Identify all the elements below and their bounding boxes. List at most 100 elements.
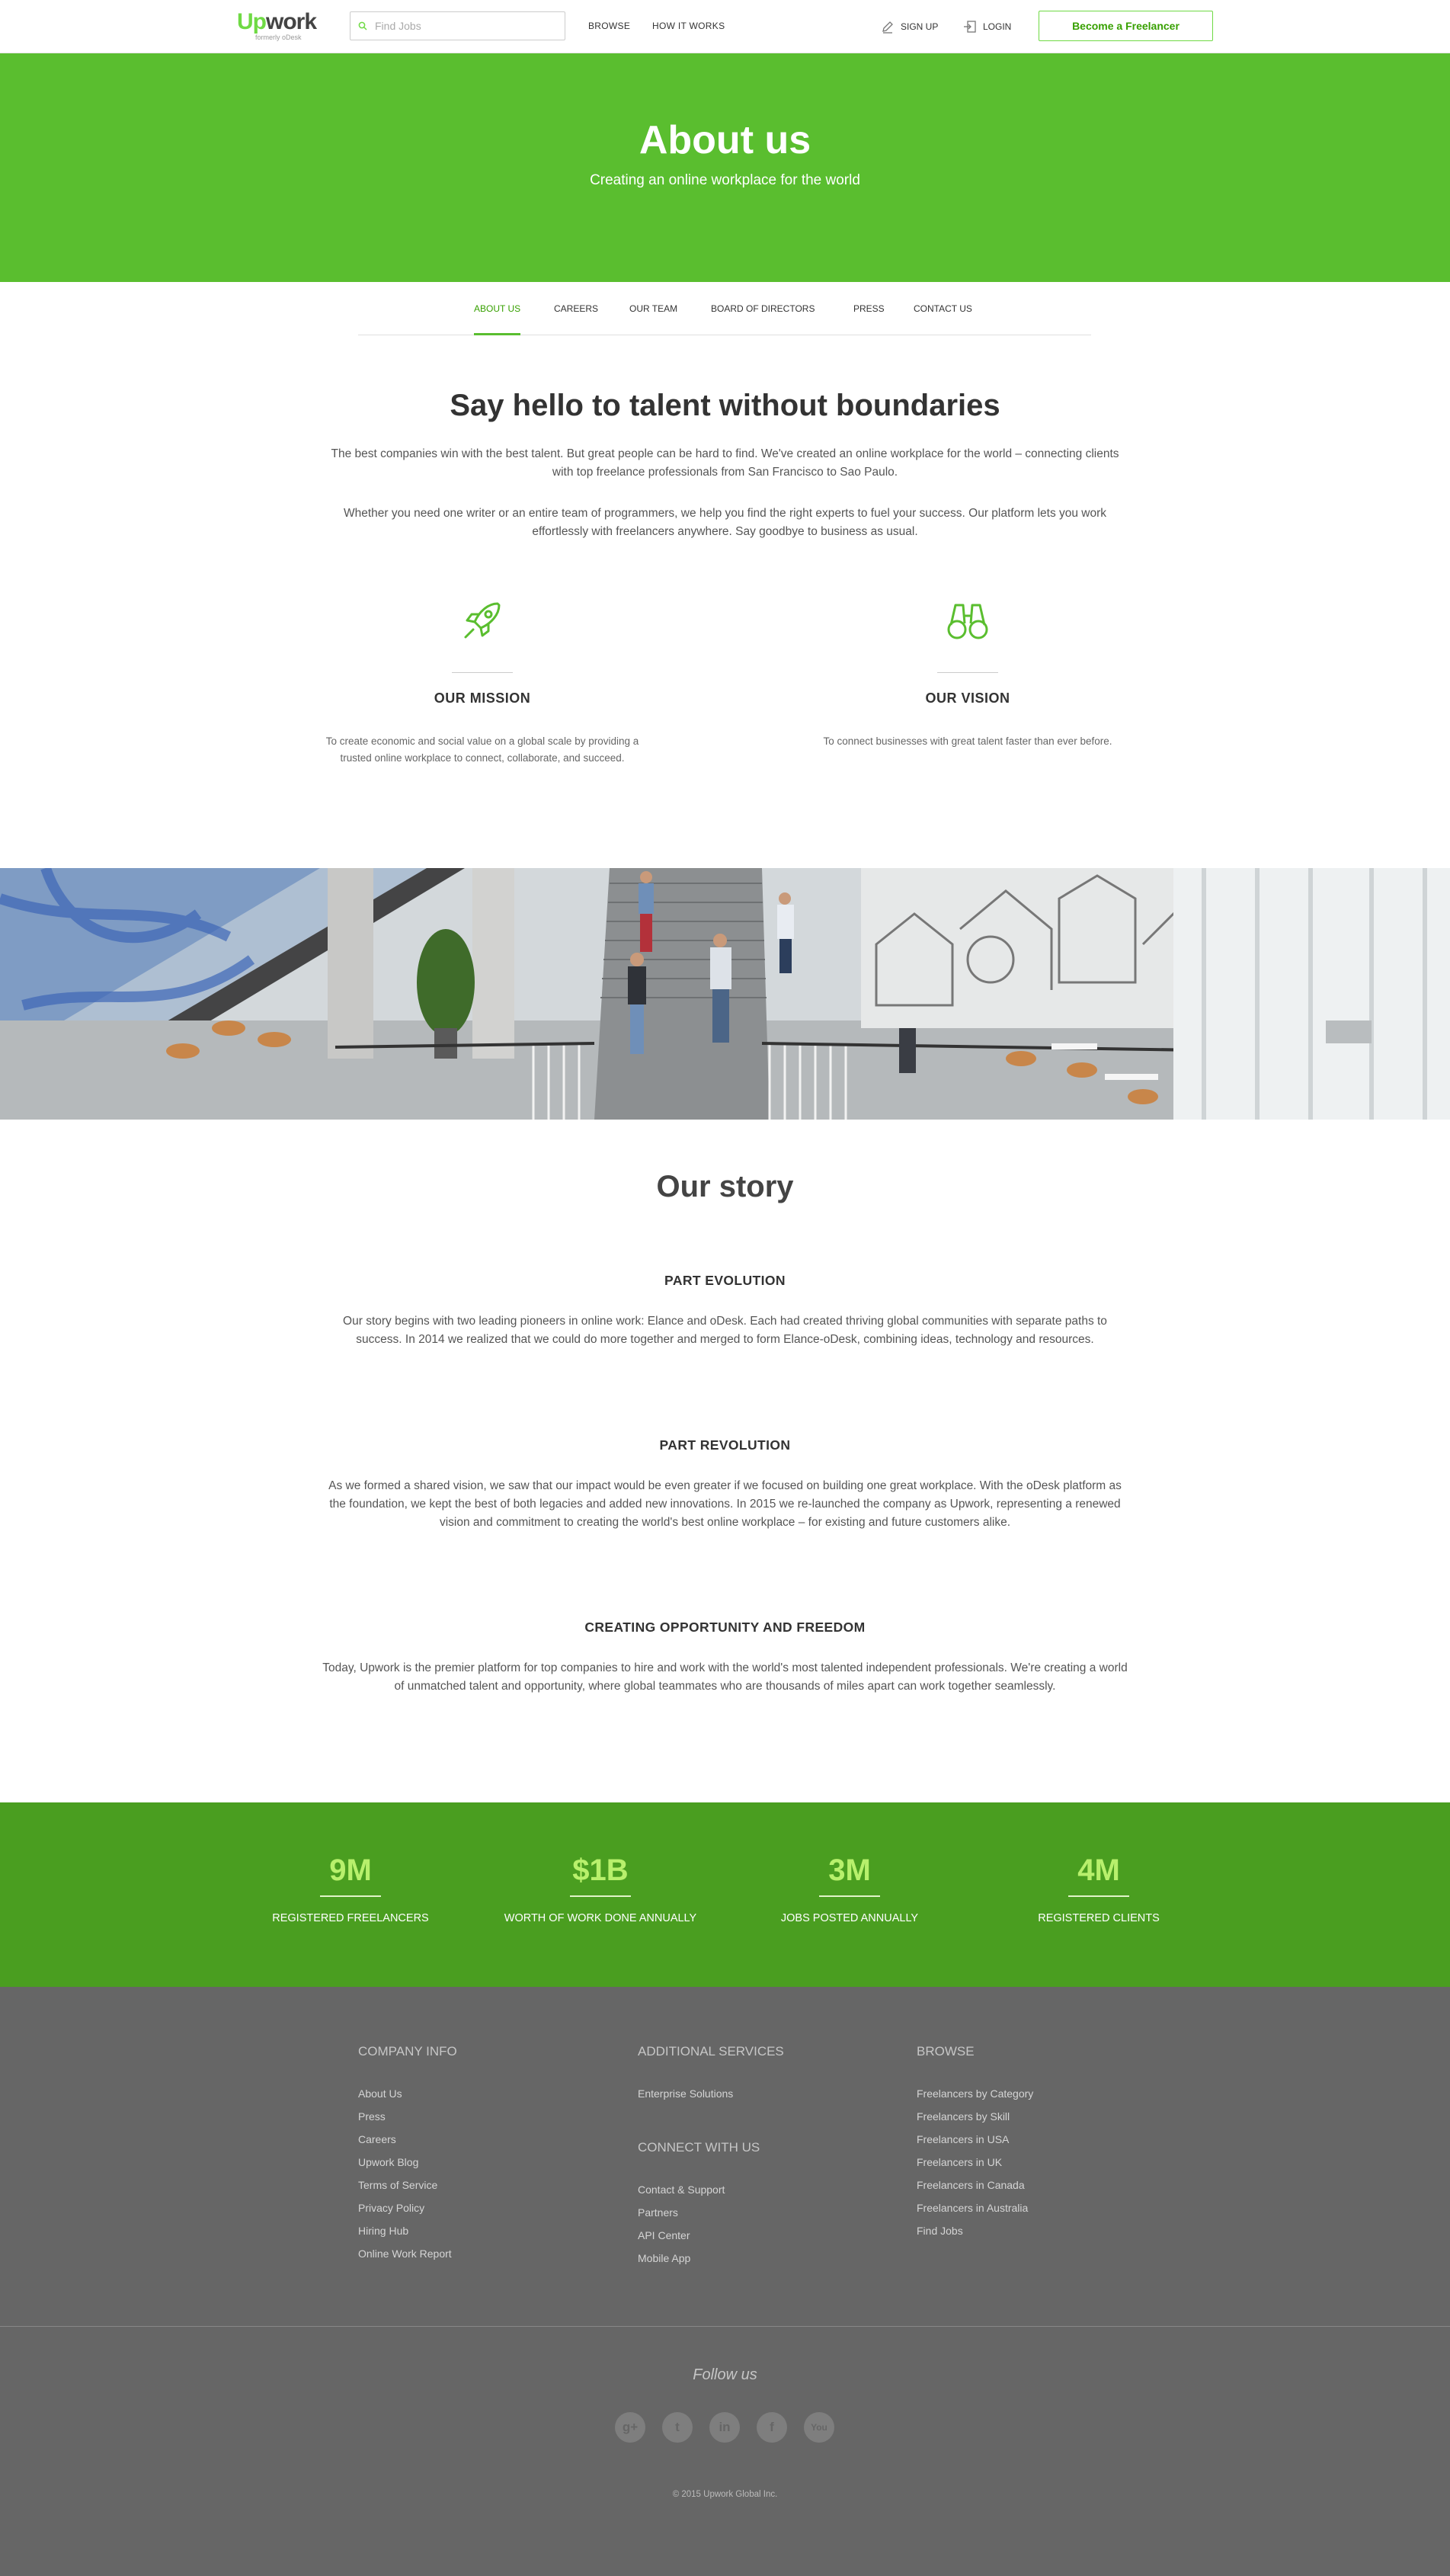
tab-press[interactable]: PRESS [853, 282, 885, 335]
logo-wordmark: Upwork [237, 9, 317, 34]
search-icon [358, 21, 367, 30]
footer-link[interactable]: Press [358, 2105, 617, 2128]
mission-block: OUR MISSION To create economic and socia… [318, 598, 646, 780]
story-section-heading: CREATING OPPORTUNITY AND FREEDOM [584, 1620, 866, 1635]
linkedin-icon[interactable]: in [709, 2412, 740, 2443]
tab-board-of-directors[interactable]: BOARD OF DIRECTORS [711, 282, 815, 335]
footer-divider [0, 2326, 1450, 2327]
twitter-icon[interactable]: t [662, 2412, 693, 2443]
become-freelancer-button[interactable]: Become a Freelancer [1039, 11, 1213, 41]
page-title: About us [639, 118, 811, 162]
footer-link[interactable]: Freelancers by Category [917, 2082, 1176, 2105]
footer-link[interactable]: Freelancers in Canada [917, 2174, 1176, 2196]
footer-link[interactable]: Hiring Hub [358, 2219, 617, 2242]
signup-label: SIGN UP [901, 21, 939, 32]
story-heading: Our story [656, 1170, 794, 1203]
footer-link[interactable]: Contact & Support [638, 2178, 897, 2201]
login-icon [964, 21, 976, 33]
social-glyph: in [719, 2420, 731, 2434]
binoculars-icon [947, 604, 988, 639]
copyright-text: © 2015 Upwork Global Inc. [672, 2490, 778, 2499]
footer-link[interactable]: Enterprise Solutions [638, 2082, 897, 2105]
vision-divider [937, 672, 998, 673]
story-section-heading: PART REVOLUTION [659, 1437, 791, 1453]
footer-link[interactable]: Upwork Blog [358, 2151, 617, 2174]
pencil-icon [882, 21, 893, 34]
tab-contact-us[interactable]: CONTACT US [914, 282, 972, 335]
stat-label: REGISTERED CLIENTS [1038, 1912, 1160, 1924]
footer-link[interactable]: Terms of Service [358, 2174, 617, 2196]
about-subnav: ABOUT US CAREERS OUR TEAM BOARD OF DIREC… [358, 282, 1091, 335]
footer-additional-services: ADDITIONAL SERVICES Enterprise Solutions… [638, 2044, 897, 2270]
stat-registered-clients: 4M REGISTERED CLIENTS [973, 1853, 1224, 1924]
youtube-icon[interactable]: You [804, 2412, 834, 2443]
stat-divider [570, 1895, 631, 1897]
stat-label: REGISTERED FREELANCERS [272, 1912, 429, 1924]
footer-heading: CONNECT WITH US [638, 2140, 760, 2155]
search-input[interactable] [367, 12, 558, 40]
stat-label: JOBS POSTED ANNUALLY [780, 1912, 919, 1924]
footer-link[interactable]: Freelancers by Skill [917, 2105, 1176, 2128]
nav-how-it-works[interactable]: HOW IT WORKS [652, 21, 725, 31]
login-link[interactable]: LOGIN [963, 17, 1011, 37]
footer-link[interactable]: About Us [358, 2082, 617, 2105]
footer-link[interactable]: Freelancers in Australia [917, 2196, 1176, 2219]
social-glyph: g+ [622, 2420, 639, 2434]
social-glyph: f [770, 2420, 774, 2434]
office-photo-banner [0, 868, 1450, 1120]
stat-value: 4M [1077, 1854, 1120, 1887]
tab-our-team[interactable]: OUR TEAM [629, 282, 677, 335]
vision-text: To connect businesses with great talent … [823, 735, 1112, 747]
upwork-logo[interactable]: Upwork formerly oDesk [237, 11, 321, 44]
nav-browse[interactable]: BROWSE [588, 21, 630, 31]
footer-browse: BROWSE Freelancers by Category Freelance… [917, 2044, 1176, 2242]
footer-link[interactable]: Freelancers in USA [917, 2128, 1176, 2151]
intro-paragraph-1: The best companies win with the best tal… [331, 447, 1119, 479]
social-glyph: You [811, 2422, 827, 2433]
stat-jobs-posted: 3M JOBS POSTED ANNUALLY [724, 1853, 975, 1924]
facebook-icon[interactable]: f [757, 2412, 787, 2443]
story-section-text: Our story begins with two leading pionee… [343, 1315, 1107, 1346]
site-footer: COMPANY INFO About Us Press Careers Upwo… [0, 1987, 1450, 2576]
footer-link[interactable]: Partners [638, 2201, 897, 2224]
signup-link[interactable]: SIGN UP [881, 17, 938, 37]
logo-subtitle: formerly oDesk [255, 34, 302, 41]
intro-paragraph-2: Whether you need one writer or an entire… [343, 507, 1107, 538]
mission-title: OUR MISSION [434, 690, 531, 706]
stats-band: 9M REGISTERED FREELANCERS $1B WORTH OF W… [0, 1802, 1450, 1987]
search-box[interactable] [350, 11, 565, 40]
page-subtitle: Creating an online workplace for the wor… [590, 172, 860, 188]
stat-divider [1068, 1895, 1129, 1897]
vision-title: OUR VISION [925, 690, 1010, 706]
stat-divider [819, 1895, 880, 1897]
stat-work-done: $1B WORTH OF WORK DONE ANNUALLY [475, 1853, 726, 1924]
footer-link[interactable]: Online Work Report [358, 2242, 617, 2265]
stat-label: WORTH OF WORK DONE ANNUALLY [504, 1912, 697, 1924]
story-section-heading: PART EVOLUTION [664, 1273, 786, 1288]
footer-link[interactable]: Freelancers in UK [917, 2151, 1176, 2174]
office-photo [0, 868, 1450, 1120]
tab-about-us[interactable]: ABOUT US [474, 282, 521, 335]
mission-divider [452, 672, 513, 673]
login-label: LOGIN [983, 21, 1012, 32]
footer-heading: ADDITIONAL SERVICES [638, 2044, 784, 2059]
stat-registered-freelancers: 9M REGISTERED FREELANCERS [225, 1853, 476, 1924]
story-section-text: Today, Upwork is the premier platform fo… [322, 1661, 1128, 1693]
story-section-text: As we formed a shared vision, we saw tha… [328, 1479, 1122, 1529]
mission-text: To create economic and social value on a… [325, 735, 639, 764]
footer-link[interactable]: Mobile App [638, 2247, 897, 2270]
footer-link[interactable]: Privacy Policy [358, 2196, 617, 2219]
footer-link[interactable]: Find Jobs [917, 2219, 1176, 2242]
google-plus-icon[interactable]: g+ [615, 2412, 645, 2443]
stat-value: $1B [572, 1854, 629, 1887]
footer-link[interactable]: Careers [358, 2128, 617, 2151]
footer-link[interactable]: API Center [638, 2224, 897, 2247]
stat-divider [320, 1895, 381, 1897]
stat-value: 3M [828, 1854, 871, 1887]
follow-us-label: Follow us [693, 2366, 757, 2383]
top-header: Upwork formerly oDesk BROWSE HOW IT WORK… [0, 0, 1450, 53]
footer-heading: BROWSE [917, 2044, 975, 2059]
intro-heading: Say hello to talent without boundaries [450, 389, 1000, 422]
tab-careers[interactable]: CAREERS [554, 282, 598, 335]
hero-banner: About us Creating an online workplace fo… [0, 53, 1450, 282]
